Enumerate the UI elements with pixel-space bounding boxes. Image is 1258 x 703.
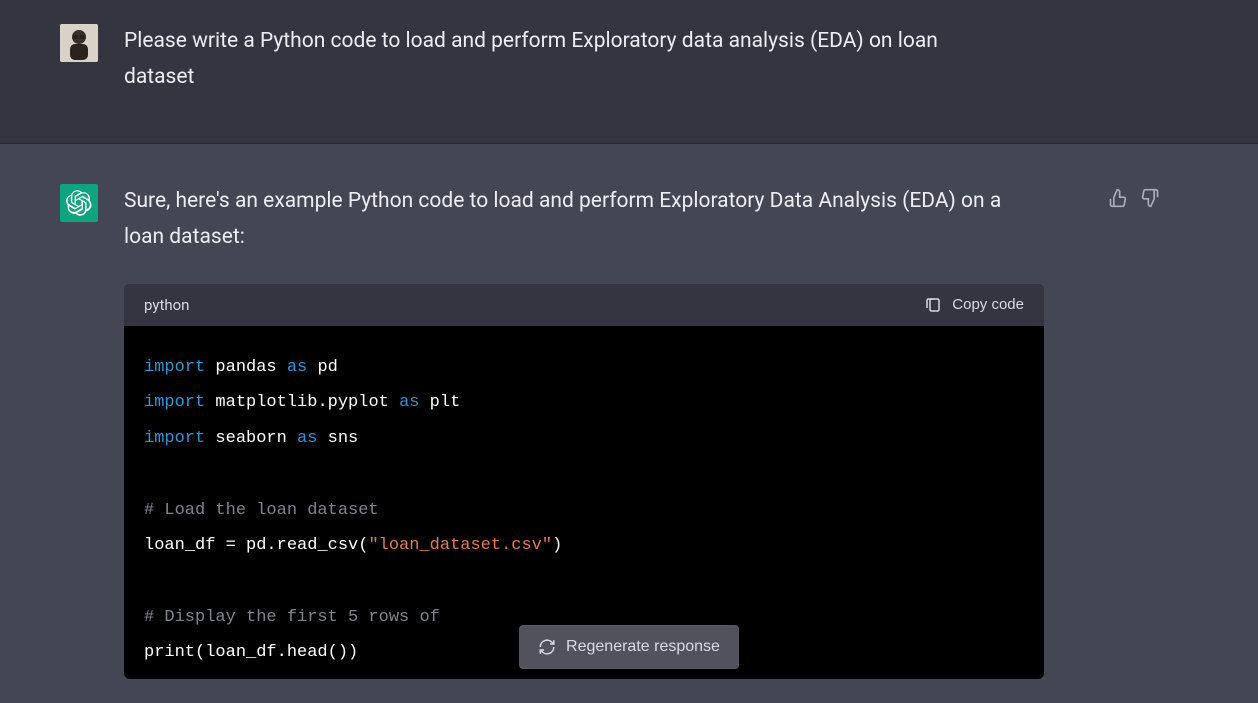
user-message-text: Please write a Python code to load and p… (124, 24, 984, 95)
code-block: python Copy code import pandas as pd imp… (124, 284, 1044, 679)
user-avatar-container (60, 24, 100, 95)
code-language-label: python (144, 296, 189, 314)
assistant-avatar-container (60, 184, 100, 679)
code-header: python Copy code (124, 284, 1044, 326)
copy-code-label: Copy code (952, 296, 1024, 313)
regenerate-response-button[interactable]: Regenerate response (519, 625, 739, 669)
regenerate-label: Regenerate response (566, 638, 720, 656)
refresh-icon (538, 638, 556, 656)
assistant-avatar (60, 184, 98, 222)
user-avatar (60, 24, 98, 62)
user-message-content: Please write a Python code to load and p… (124, 24, 1084, 95)
user-avatar-image (60, 24, 98, 62)
thumbs-up-icon[interactable] (1108, 188, 1128, 208)
reaction-buttons (1108, 184, 1160, 679)
assistant-message-text: Sure, here's an example Python code to l… (124, 184, 1044, 255)
clipboard-icon (924, 296, 942, 314)
user-message-row: Please write a Python code to load and p… (0, 0, 1258, 144)
assistant-message-content: Sure, here's an example Python code to l… (124, 184, 1084, 679)
thumbs-down-icon[interactable] (1140, 188, 1160, 208)
assistant-message-row: Sure, here's an example Python code to l… (0, 144, 1258, 703)
openai-logo-icon (66, 190, 92, 216)
copy-code-button[interactable]: Copy code (924, 296, 1024, 314)
